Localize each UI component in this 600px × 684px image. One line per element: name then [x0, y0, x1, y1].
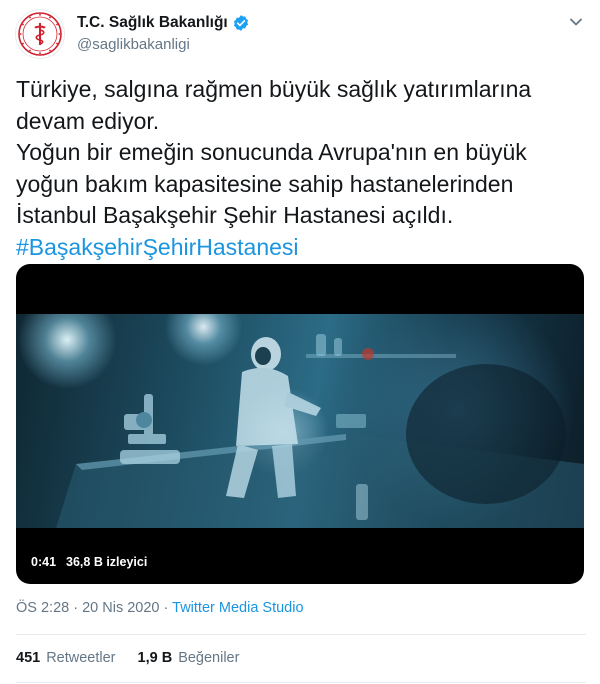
video-scene-image	[56, 334, 584, 528]
author-name-row[interactable]: T.C. Sağlık Bakanlığı	[77, 14, 250, 32]
hashtag-link[interactable]: #BaşakşehirŞehirHastanesi	[16, 232, 586, 264]
more-options-chevron-down-icon[interactable]	[568, 14, 584, 35]
ministry-logo-icon	[18, 12, 62, 56]
tweet-text-line: Yoğun bir emeğin sonucunda Avrupa'nın en…	[16, 139, 527, 165]
video-player[interactable]: 0:41 36,8 B izleyici	[16, 264, 584, 584]
likes-count: 1,9 B	[137, 650, 173, 666]
video-view-count: 36,8 B izleyici	[66, 555, 148, 569]
meta-separator: ·	[73, 600, 79, 616]
video-info-badge: 0:41 36,8 B izleyici	[25, 552, 154, 572]
avatar[interactable]	[15, 9, 65, 59]
account-handle[interactable]: @saglikbakanligi	[77, 36, 190, 53]
tweet: T.C. Sağlık Bakanlığı @saglikbakanligi T…	[0, 0, 600, 684]
tweet-date[interactable]: 20 Nis 2020	[82, 600, 159, 616]
retweets-count: 451	[16, 650, 41, 666]
video-frame[interactable]	[16, 314, 584, 528]
retweets-stat[interactable]: 451 Retweetler	[16, 650, 116, 666]
tweet-stats: 451 Retweetler 1,9 B Beğeniler	[16, 650, 239, 666]
meta-separator: ·	[163, 600, 169, 616]
verified-badge-icon	[232, 14, 250, 32]
display-name[interactable]: T.C. Sağlık Bakanlığı	[77, 14, 228, 32]
tweet-meta: ÖS 2:28 · 20 Nis 2020 · Twitter Media St…	[16, 600, 304, 616]
tweet-text: Türkiye, salgına rağmen büyük sağlık yat…	[16, 74, 586, 263]
tweet-text-line: yoğun bakım kapasitesine sahip hastanele…	[16, 170, 514, 197]
tweet-time[interactable]: ÖS 2:28	[16, 600, 69, 616]
tweet-text-line: Türkiye, salgına rağmen büyük sağlık yat…	[16, 76, 532, 102]
divider	[16, 634, 586, 635]
likes-stat[interactable]: 1,9 B Beğeniler	[138, 650, 240, 666]
divider	[16, 682, 586, 683]
tweet-text-line: İstanbul Başakşehir Şehir Hastanesi açıl…	[16, 202, 454, 228]
source-link[interactable]: Twitter Media Studio	[172, 600, 303, 616]
retweets-label: Retweetler	[46, 650, 116, 666]
tweet-text-line: devam ediyor.	[16, 107, 160, 134]
video-duration: 0:41	[31, 555, 57, 569]
likes-label: Beğeniler	[178, 650, 240, 666]
